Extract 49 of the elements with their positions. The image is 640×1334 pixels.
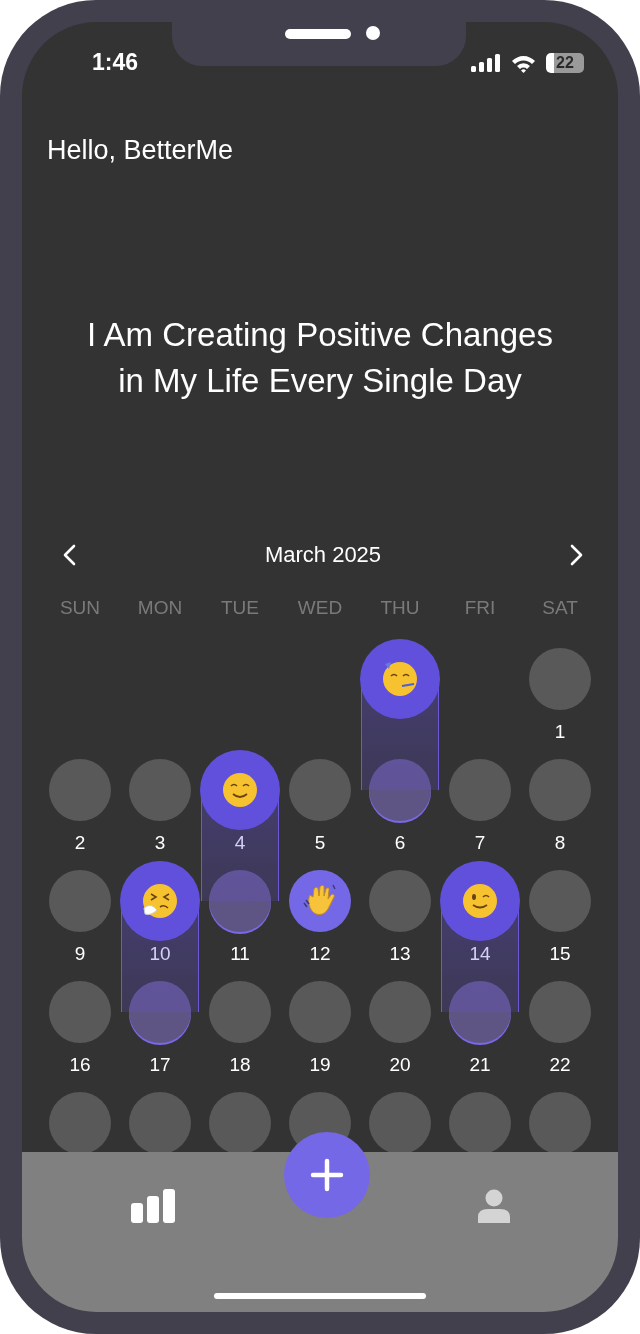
- day-number: 16: [69, 1053, 91, 1077]
- speaker-grille: [285, 29, 351, 39]
- day-number: 5: [314, 831, 326, 855]
- day-number: 9: [74, 942, 86, 966]
- day-number: 3: [154, 831, 166, 855]
- signal-icon: [471, 54, 501, 72]
- weekday-label: SAT: [541, 596, 579, 620]
- month-title: March 2025: [264, 542, 382, 568]
- day-number: 6: [394, 831, 406, 855]
- sneezing-smiley-icon: [141, 882, 179, 920]
- weekday-label: THU: [379, 596, 421, 620]
- greeting-text: Hello, BetterMe: [47, 134, 235, 167]
- day-number: 22: [549, 1053, 571, 1077]
- winking-smiley-icon: [461, 882, 499, 920]
- weekday-label: WED: [296, 596, 344, 620]
- day-circle[interactable]: [129, 981, 191, 1043]
- day-circle[interactable]: [209, 870, 271, 932]
- day-number: 12: [309, 942, 331, 966]
- camera-dot: [366, 26, 380, 40]
- day-number: 13: [389, 942, 411, 966]
- bar-chart-icon[interactable]: [131, 1189, 176, 1223]
- day-number: 1: [554, 720, 566, 744]
- day-number: 14: [469, 942, 491, 966]
- weekday-label: FRI: [463, 596, 497, 620]
- day-number: 11: [230, 942, 250, 966]
- affirmation-text: I Am Creating Positive Changes in My Life Every Single Day: [86, 315, 554, 401]
- day-number: 21: [469, 1053, 491, 1077]
- wifi-icon: [511, 53, 536, 73]
- day-number: 2: [74, 831, 86, 855]
- day-number: 10: [149, 942, 171, 966]
- plus-icon: [310, 1158, 344, 1192]
- day-number: 20: [389, 1053, 411, 1077]
- day-circle[interactable]: [449, 981, 511, 1043]
- weekday-label: SUN: [58, 596, 102, 620]
- weekday-label: TUE: [220, 596, 260, 620]
- day-number: 17: [149, 1053, 171, 1077]
- weekday-label: MON: [136, 596, 184, 620]
- day-number: 19: [309, 1053, 331, 1077]
- day-number: 18: [229, 1053, 251, 1077]
- profile-icon[interactable]: [478, 1189, 510, 1223]
- status-time: 1:46: [92, 48, 139, 76]
- day-number: 15: [549, 942, 571, 966]
- smiley-icon: [221, 771, 259, 809]
- battery-icon: 22: [546, 53, 584, 73]
- day-circle[interactable]: [369, 759, 431, 821]
- day-number: 8: [554, 831, 566, 855]
- party-smiley-icon: [381, 660, 419, 698]
- day-number: 4: [234, 831, 246, 855]
- day-number: 7: [474, 831, 486, 855]
